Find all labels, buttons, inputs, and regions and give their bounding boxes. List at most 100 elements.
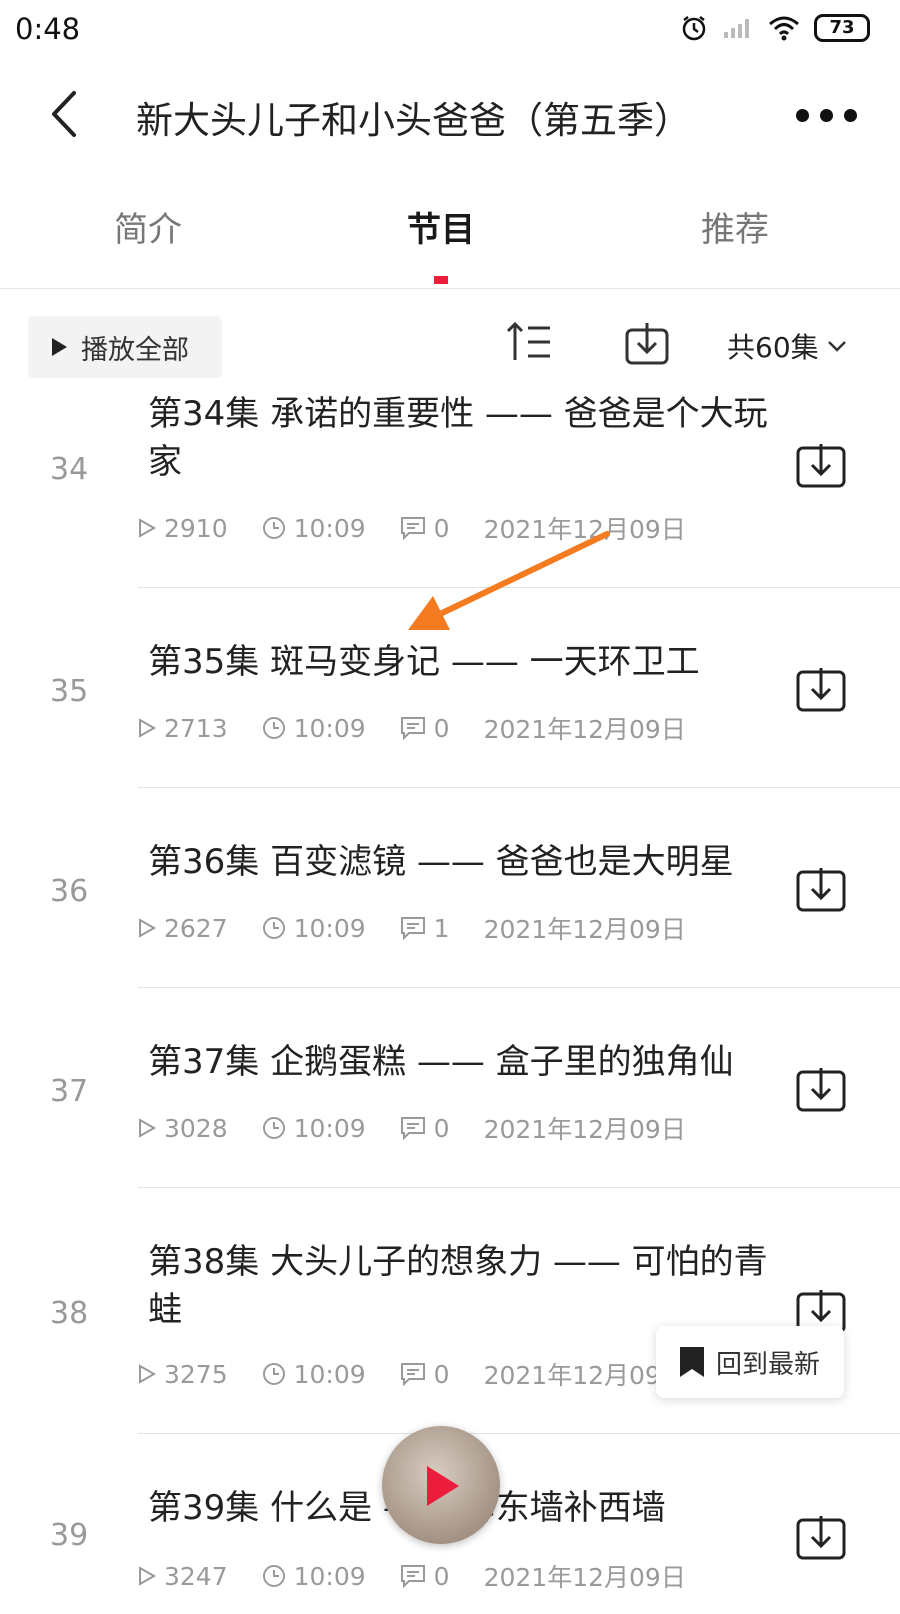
clock-icon	[262, 1117, 285, 1139]
duration: 10:09	[262, 714, 366, 743]
episode-meta: 2713 10:09 0 2021年12月09日	[138, 710, 720, 746]
episode-title: 第35集 斑马变身记 —— 一天环卫工	[148, 642, 700, 682]
tab-intro[interactable]: 简介	[58, 202, 238, 251]
duration: 10:09	[262, 1562, 366, 1591]
episode-number: 36	[50, 874, 89, 909]
comment-count: 0	[400, 1562, 450, 1591]
comment-count-value: 0	[433, 513, 450, 543]
download-icon[interactable]	[796, 666, 846, 712]
publish-date: 2021年12月09日	[483, 1563, 686, 1592]
episode-row[interactable]: 35 第35集 斑马变身记 —— 一天环卫工 2713 10:09 0 2021…	[0, 588, 900, 788]
clock-icon	[262, 1565, 285, 1587]
play-count-value: 3028	[164, 1113, 228, 1143]
download-icon[interactable]	[796, 1066, 846, 1112]
duration-value: 10:09	[293, 1113, 366, 1143]
episode-count-dropdown[interactable]: 共60集	[727, 326, 847, 366]
comment-icon	[400, 1565, 425, 1588]
episode-row[interactable]: 37 第37集 企鹅蛋糕 —— 盒子里的独角仙 3028 10:09 0 202…	[0, 988, 900, 1188]
episode-meta: 2910 10:09 0 2021年12月09日	[138, 510, 720, 546]
play-icon	[52, 338, 67, 356]
publish-date: 2021年12月09日	[483, 915, 686, 944]
page-title: 新大头儿子和小头爸爸（第五季）	[136, 99, 691, 142]
tab-recommend[interactable]: 推荐	[645, 202, 825, 251]
more-icon-dot	[820, 108, 833, 122]
comment-icon	[400, 1117, 425, 1140]
alarm-icon	[682, 16, 706, 41]
play-count: 3275	[138, 1360, 228, 1389]
play-count: 2627	[138, 914, 228, 943]
list-toolbar: 播放全部 共60集	[0, 296, 900, 388]
play-count-value: 3275	[164, 1359, 228, 1389]
mini-player[interactable]	[382, 1426, 500, 1544]
episode-number: 37	[50, 1074, 89, 1109]
play-count: 3028	[138, 1114, 228, 1143]
status-bar: 0:48 73	[0, 0, 900, 62]
back-to-latest-button[interactable]: 回到最新	[656, 1326, 844, 1398]
chevron-down-icon	[827, 341, 846, 352]
back-icon	[52, 91, 76, 137]
tab-programs[interactable]: 节目	[351, 202, 531, 251]
duration-value: 10:09	[293, 713, 366, 743]
comment-icon	[400, 1363, 425, 1386]
publish-date: 2021年12月09日	[483, 715, 686, 744]
more-icon	[796, 108, 809, 122]
episode-number: 35	[50, 674, 89, 709]
episode-number: 34	[50, 452, 89, 487]
episode-title: 第38集 大头儿子的想象力 —— 可怕的青蛙	[148, 1242, 768, 1330]
episode-title: 第34集 承诺的重要性 —— 爸爸是个大玩家	[148, 394, 768, 482]
episode-count-label: 共60集	[727, 331, 819, 364]
play-all-button[interactable]: 播放全部	[28, 316, 222, 378]
back-to-latest-label: 回到最新	[716, 1349, 821, 1380]
play-count-value: 2627	[164, 913, 228, 943]
comment-count: 0	[400, 1114, 450, 1143]
clock-icon	[262, 917, 285, 939]
download-icon[interactable]	[796, 866, 846, 912]
episode-title: 第37集 企鹅蛋糕 —— 盒子里的独角仙	[148, 1042, 734, 1082]
download-icon	[625, 323, 669, 365]
play-count-icon	[139, 518, 156, 538]
play-count-icon	[139, 918, 156, 938]
duration-value: 10:09	[293, 1561, 366, 1591]
more-icon-dot	[844, 108, 857, 122]
comment-icon	[400, 717, 425, 740]
duration-value: 10:09	[293, 1359, 366, 1389]
comment-count-value: 1	[433, 913, 450, 943]
play-count: 3247	[138, 1562, 228, 1591]
play-count-value: 2910	[164, 513, 228, 543]
episode-meta: 3247 10:09 0 2021年12月09日	[138, 1558, 720, 1594]
episode-row[interactable]: 34 第34集 承诺的重要性 —— 爸爸是个大玩家 2910 10:09 0 2…	[0, 388, 900, 588]
publish-date: 2021年12月09日	[483, 515, 686, 544]
bookmark-icon	[680, 1347, 704, 1377]
download-icon[interactable]	[796, 1514, 846, 1560]
comment-count: 1	[400, 914, 450, 943]
app-bar: 新大头儿子和小头爸爸（第五季）	[0, 62, 900, 170]
signal-icon	[724, 19, 749, 38]
download-all-button[interactable]	[624, 320, 670, 370]
sort-button[interactable]	[505, 320, 553, 368]
episode-number: 39	[50, 1518, 89, 1553]
duration-value: 10:09	[293, 913, 366, 943]
back-button[interactable]	[38, 88, 88, 140]
battery-indicator: 73	[814, 14, 870, 42]
publish-date: 2021年12月09日	[483, 1115, 686, 1144]
status-time: 0:48	[15, 12, 81, 46]
episode-row[interactable]: 36 第36集 百变滤镜 —— 爸爸也是大明星 2627 10:09 1 202…	[0, 788, 900, 988]
play-count-icon	[139, 718, 156, 738]
duration: 10:09	[262, 514, 366, 543]
comment-count-value: 0	[433, 713, 450, 743]
wifi-icon	[769, 16, 799, 41]
clock-icon	[262, 1363, 285, 1385]
more-button[interactable]	[796, 102, 860, 128]
play-count: 2713	[138, 714, 228, 743]
duration: 10:09	[262, 914, 366, 943]
play-count-value: 3247	[164, 1561, 228, 1591]
status-icons: 73	[680, 14, 870, 42]
comment-count: 0	[400, 1360, 450, 1389]
download-icon[interactable]	[796, 442, 846, 488]
comment-count: 0	[400, 514, 450, 543]
play-all-label: 播放全部	[81, 334, 189, 366]
episode-meta: 3028 10:09 0 2021年12月09日	[138, 1110, 720, 1146]
episode-meta: 3275 10:09 0 2021年12月09日	[138, 1356, 720, 1392]
tab-bar: 简介 节目 推荐	[0, 180, 900, 289]
play-icon	[427, 1466, 459, 1506]
